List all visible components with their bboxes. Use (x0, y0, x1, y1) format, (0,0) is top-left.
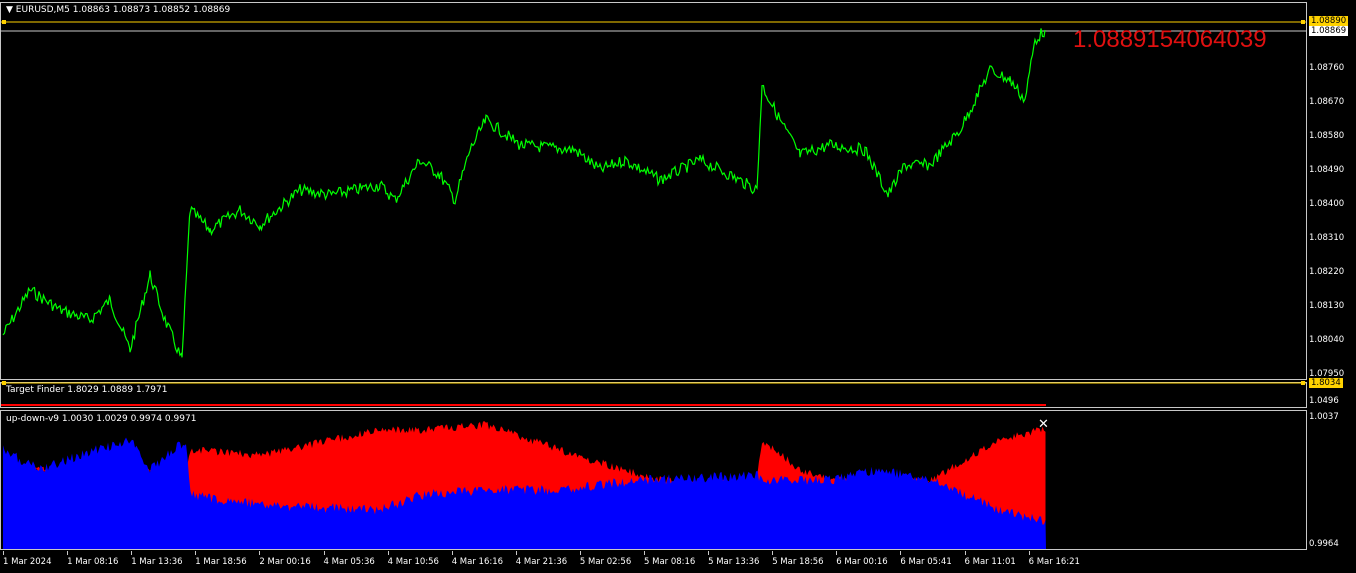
target-finder-label: Target Finder 1.8029 1.0889 1.7971 (6, 385, 168, 395)
time-tick-mark (259, 551, 261, 555)
time-tick-mark (708, 551, 710, 555)
time-tick-label: 4 Mar 21:36 (515, 557, 568, 567)
price-tick-label: 1.08580 (1309, 131, 1345, 141)
price-tick-label: 1.08220 (1309, 267, 1345, 277)
price-series-line (2, 28, 1046, 358)
time-tick-label: 1 Mar 08:16 (67, 557, 119, 567)
time-tick-mark (195, 551, 197, 555)
time-tick-label: 1 Mar 2024 (3, 557, 52, 567)
time-tick-label: 4 Mar 05:36 (323, 557, 375, 567)
target-finder-tag: 1.8034 (1309, 378, 1343, 388)
time-tick-label: 5 Mar 02:56 (579, 557, 632, 567)
time-tick-label: 1 Mar 13:36 (131, 557, 183, 567)
chart-plot-layer: ✕ (1, 20, 1306, 549)
level-handle-left (2, 20, 6, 24)
time-tick-mark (579, 551, 581, 555)
time-tick-label: 6 Mar 11:01 (964, 557, 1016, 567)
time-tick-mark (644, 551, 645, 555)
price-tick-label: 1.08310 (1309, 233, 1345, 243)
time-tick-mark (1028, 551, 1030, 555)
time-tick-label: 5 Mar 08:16 (644, 557, 696, 567)
time-tick-mark (3, 551, 4, 555)
updown-tick-top: 1.0037 (1309, 412, 1339, 422)
time-tick-label: 4 Mar 16:16 (451, 557, 504, 567)
time-tick-mark (451, 551, 453, 555)
price-tick-label: 1.08490 (1309, 165, 1345, 175)
target-finder-tick: 1.0496 (1309, 396, 1339, 406)
price-tick-label: 1.08040 (1309, 335, 1345, 345)
time-tick-label: 5 Mar 13:36 (708, 557, 760, 567)
time-tick-label: 5 Mar 18:56 (772, 557, 824, 567)
time-tick-mark (772, 551, 774, 555)
price-tick-label: 1.08760 (1309, 63, 1345, 73)
time-tick-mark (515, 551, 517, 555)
level-handle-right (1301, 20, 1305, 24)
time-tick-label: 1 Mar 18:56 (195, 557, 247, 567)
current-price-readout: 1.0889154064039 (1073, 26, 1267, 53)
chart-title: ▼ EURUSD,M5 1.08863 1.08873 1.08852 1.08… (6, 5, 231, 15)
time-tick-mark (387, 551, 389, 555)
time-tick-label: 2 Mar 00:16 (259, 557, 311, 567)
close-marker-icon: ✕ (1038, 417, 1049, 432)
time-tick-label: 6 Mar 16:21 (1028, 557, 1080, 567)
time-tick-label: 6 Mar 00:16 (836, 557, 888, 567)
time-tick-mark (323, 551, 325, 555)
updown-tick-bottom: 0.9964 (1309, 539, 1339, 549)
tf-handle-right (1301, 381, 1305, 385)
updown-label: up-down-v9 1.0030 1.0029 0.9974 0.9971 (6, 414, 197, 424)
price-tick-label: 1.08670 (1309, 97, 1345, 107)
time-tick-mark (836, 551, 838, 555)
time-tick-mark (964, 551, 966, 555)
price-tick-label: 1.08400 (1309, 199, 1345, 209)
time-tick-mark (131, 551, 133, 555)
time-tick-mark (67, 551, 69, 555)
price-tick-label: 1.08130 (1309, 301, 1345, 311)
time-tick-mark (900, 551, 902, 555)
high-price-tag: 1.08890 (1309, 16, 1349, 26)
time-tick-label: 6 Mar 05:41 (900, 557, 952, 567)
time-tick-label: 4 Mar 10:56 (387, 557, 439, 567)
current-price-tag: 1.08869 (1309, 26, 1349, 36)
collapse-triangle-icon[interactable]: ▼ (6, 5, 16, 15)
